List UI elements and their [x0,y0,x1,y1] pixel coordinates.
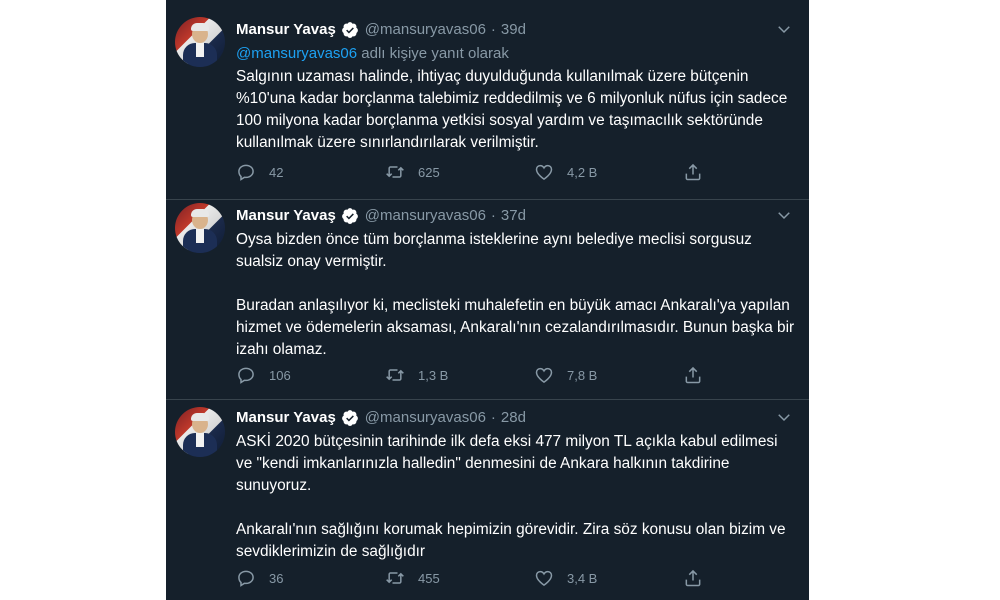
separator-dot: · [490,20,496,38]
timestamp[interactable]: 39d [501,21,526,38]
avatar[interactable] [175,407,225,457]
retweet-button[interactable]: 1,3 B [385,365,534,385]
like-icon [535,570,553,586]
reply-context: @mansuryavas06 adlı kişiye yanıt olarak [236,45,509,62]
reply-button[interactable]: 106 [236,365,385,385]
avatar[interactable] [175,17,225,67]
tweet-actions: 42 625 4,2 B [236,161,716,183]
timeline: Mansur Yavaş @mansuryavas06 · 39d @mansu… [166,0,809,600]
chevron-down-icon[interactable] [775,20,793,38]
timestamp[interactable]: 37d [501,207,526,224]
like-count: 4,2 B [567,164,598,180]
verified-icon [341,410,358,426]
reply-count: 36 [269,570,284,586]
retweet-count: 455 [418,570,440,586]
reply-mention-link[interactable]: @mansuryavas06 [236,45,357,62]
like-count: 7,8 B [567,367,598,383]
retweet-icon [386,166,404,178]
tweet-header: Mansur Yavaş @mansuryavas06 · 39d [236,19,526,39]
share-icon [685,366,701,384]
author-name[interactable]: Mansur Yavaş [236,21,336,38]
separator-dot: · [490,408,496,426]
share-button[interactable] [683,365,716,385]
verified-icon [341,208,358,224]
like-icon [535,367,553,383]
author-handle[interactable]: @mansuryavas06 [365,21,486,38]
retweet-count: 625 [418,164,440,180]
tweet-text: Oysa bizden önce tüm borçlanma istekleri… [236,231,795,358]
avatar[interactable] [175,203,225,253]
chevron-down-icon[interactable] [775,408,793,426]
tweet[interactable]: Mansur Yavaş @mansuryavas06 · 37d Oysa b… [166,199,809,400]
retweet-count: 1,3 B [418,367,449,383]
retweet-icon [386,572,404,584]
like-icon [535,164,553,180]
like-button[interactable]: 4,2 B [534,162,683,182]
reply-icon [238,570,254,587]
tweet-text: Salgının uzaması halinde, ihtiyaç duyuld… [236,68,788,151]
timestamp[interactable]: 28d [501,409,526,426]
author-handle[interactable]: @mansuryavas06 [365,409,486,426]
tweet-text: ASKİ 2020 bütçesinin tarihinde ilk defa … [236,433,786,560]
share-icon [685,163,701,181]
reply-count: 106 [269,367,291,383]
tweet-actions: 36 455 3,4 B [236,567,716,589]
like-count: 3,4 B [567,570,598,586]
tweet[interactable]: Mansur Yavaş @mansuryavas06 · 39d @mansu… [166,0,809,200]
tweet-actions: 106 1,3 B 7,8 B [236,364,716,386]
reply-icon [238,367,254,384]
tweet[interactable]: Mansur Yavaş @mansuryavas06 · 28d ASKİ 2… [166,399,809,600]
reply-context-text: adlı kişiye yanıt olarak [357,45,509,62]
tweet-header: Mansur Yavaş @mansuryavas06 · 37d [236,205,526,225]
chevron-down-icon[interactable] [775,206,793,224]
share-button[interactable] [683,568,716,588]
tweet-header: Mansur Yavaş @mansuryavas06 · 28d [236,407,526,427]
reply-count: 42 [269,164,284,180]
author-name[interactable]: Mansur Yavaş [236,409,336,426]
verified-icon [341,22,358,38]
reply-icon [238,164,254,181]
author-handle[interactable]: @mansuryavas06 [365,207,486,224]
reply-button[interactable]: 36 [236,568,385,588]
retweet-button[interactable]: 625 [385,162,534,182]
share-icon [685,569,701,587]
separator-dot: · [490,206,496,224]
retweet-button[interactable]: 455 [385,568,534,588]
author-name[interactable]: Mansur Yavaş [236,207,336,224]
like-button[interactable]: 7,8 B [534,365,683,385]
share-button[interactable] [683,162,716,182]
reply-button[interactable]: 42 [236,162,385,182]
retweet-icon [386,369,404,381]
like-button[interactable]: 3,4 B [534,568,683,588]
